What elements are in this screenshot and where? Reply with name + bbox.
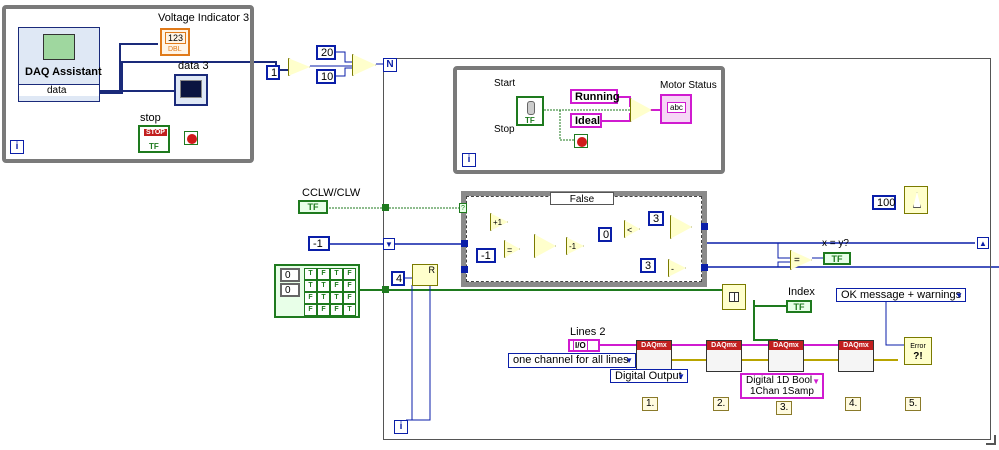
index-array-function[interactable]	[722, 284, 746, 310]
daqmx-write[interactable]: DAQmx	[768, 340, 804, 372]
motor-loop-iteration: i	[462, 153, 476, 167]
boolean-array-cell[interactable]: F	[317, 268, 330, 280]
const-three-top[interactable]: 3	[648, 211, 664, 226]
boolean-grid: TFTFTTFFFTTFFFFT	[304, 268, 358, 316]
ok-message-ring[interactable]: OK message + warnings	[836, 288, 966, 302]
case-tunnel-out-2	[701, 264, 708, 271]
const-1[interactable]: 1	[266, 65, 280, 80]
voltage-indicator-terminal[interactable]: 123 DBL	[160, 28, 190, 56]
const-hundred[interactable]: 100	[872, 195, 896, 210]
channel-config-ring[interactable]: one channel for all lines	[508, 353, 636, 368]
for-loop-iteration-terminal: i	[394, 420, 408, 434]
start-label: Start	[494, 78, 516, 89]
const-20[interactable]: 20	[316, 45, 336, 60]
const-running[interactable]: Running	[570, 89, 620, 104]
daq-data-terminal[interactable]: data	[19, 84, 99, 96]
step-label-3: 3.	[776, 401, 793, 415]
cclw-label: CCLW/CLW	[302, 187, 361, 199]
left-shift-register[interactable]: ▼	[383, 238, 395, 250]
loop-iteration-terminal: i	[10, 140, 24, 154]
boolean-array-cell[interactable]: F	[304, 304, 317, 316]
stop-condition-icon-2	[574, 134, 588, 148]
boolean-array-cell[interactable]: T	[304, 268, 317, 280]
daqmx-create-channel[interactable]: DAQmx	[636, 340, 672, 372]
lines2-io-constant[interactable]: I/O	[568, 339, 600, 352]
voltage-indicator-label: Voltage Indicator 3	[158, 12, 250, 24]
step-label-2: 2.	[713, 397, 730, 411]
digital-bool-ring[interactable]: Digital 1D Bool 1Chan 1Samp	[740, 373, 824, 399]
boolean-array-constant[interactable]: 0 0 TFTFTTFFFTTFFFFT	[274, 264, 360, 318]
boolean-array-cell[interactable]: F	[330, 304, 343, 316]
daqmx-clear-task[interactable]: DAQmx	[838, 340, 874, 372]
stop-button-terminal[interactable]: STOP TF	[138, 125, 170, 153]
boolean-array-cell[interactable]: T	[330, 268, 343, 280]
const-zero-case[interactable]: 0	[598, 227, 612, 242]
daq-assistant[interactable]: DAQ Assistant data	[18, 27, 102, 102]
case-tunnel-in-1	[461, 240, 468, 247]
case-selector[interactable]: False	[550, 192, 614, 205]
xy-indicator-terminal[interactable]: TF	[823, 252, 851, 265]
boolean-array-cell[interactable]: T	[317, 280, 330, 292]
array-index-0[interactable]: 0	[280, 268, 300, 282]
for-loop-count-terminal: N	[383, 58, 397, 72]
boolean-array-cell[interactable]: F	[304, 292, 317, 304]
stop-condition-icon	[184, 131, 198, 145]
stop-switch-label: Stop	[494, 124, 515, 135]
const-neg1-case[interactable]: -1	[476, 248, 496, 263]
data3-label: data 3	[178, 60, 209, 72]
step-label-5: 5.	[905, 397, 922, 411]
const-four[interactable]: 4	[391, 271, 405, 286]
wait-ms-function[interactable]	[904, 186, 928, 214]
case-selector-value: False	[569, 194, 595, 205]
stop-label: stop	[140, 112, 161, 124]
boolean-array-cell[interactable]: T	[317, 292, 330, 304]
boolean-array-cell[interactable]: F	[343, 268, 356, 280]
case-tunnel-in-2	[461, 266, 468, 273]
right-shift-register[interactable]: ▲	[977, 237, 989, 249]
start-stop-switch-terminal[interactable]: TF	[516, 96, 544, 126]
metronome-icon	[913, 192, 921, 208]
const-neg1-left[interactable]: -1	[308, 236, 330, 251]
cclw-tunnel	[382, 204, 389, 211]
quotient-remainder-function[interactable]: R	[412, 264, 438, 286]
case-tunnel-out-1	[701, 223, 708, 230]
boolean-array-cell[interactable]: T	[330, 292, 343, 304]
motor-status-label: Motor Status	[660, 80, 717, 91]
const-ideal[interactable]: Ideal	[570, 113, 602, 128]
array-tunnel	[382, 286, 389, 293]
boolean-array-cell[interactable]: T	[304, 280, 317, 292]
grid-icon	[729, 292, 739, 302]
simple-error-handler[interactable]: Error ?!	[904, 337, 932, 365]
index-indicator-terminal[interactable]: TF	[786, 300, 812, 313]
daq-assistant-title: DAQ Assistant	[25, 66, 102, 78]
step-label-4: 4.	[845, 397, 862, 411]
step-label-1: 1.	[642, 397, 659, 411]
daqmx-start-task[interactable]: DAQmx	[706, 340, 742, 372]
case-selector-terminal[interactable]: ?	[459, 203, 467, 213]
array-index-1[interactable]: 0	[280, 283, 300, 297]
index-label: Index	[788, 286, 815, 298]
digital-output-ring[interactable]: Digital Output	[610, 369, 688, 383]
boolean-array-cell[interactable]: F	[317, 304, 330, 316]
motor-status-terminal[interactable]: abc	[660, 94, 692, 124]
boolean-array-cell[interactable]: T	[343, 304, 356, 316]
xy-label: x = y?	[822, 238, 849, 249]
boolean-array-cell[interactable]: F	[330, 280, 343, 292]
const-10[interactable]: 10	[316, 69, 336, 84]
data3-graph-terminal[interactable]	[174, 74, 208, 106]
const-three-bottom[interactable]: 3	[640, 258, 656, 273]
graph-icon	[180, 80, 202, 98]
daq-assistant-icon	[43, 34, 75, 60]
boolean-array-cell[interactable]: F	[343, 280, 356, 292]
toggle-switch-icon	[527, 101, 535, 115]
cclw-terminal[interactable]: TF	[298, 200, 328, 214]
boolean-array-cell[interactable]: F	[343, 292, 356, 304]
lines2-label: Lines 2	[570, 326, 606, 338]
